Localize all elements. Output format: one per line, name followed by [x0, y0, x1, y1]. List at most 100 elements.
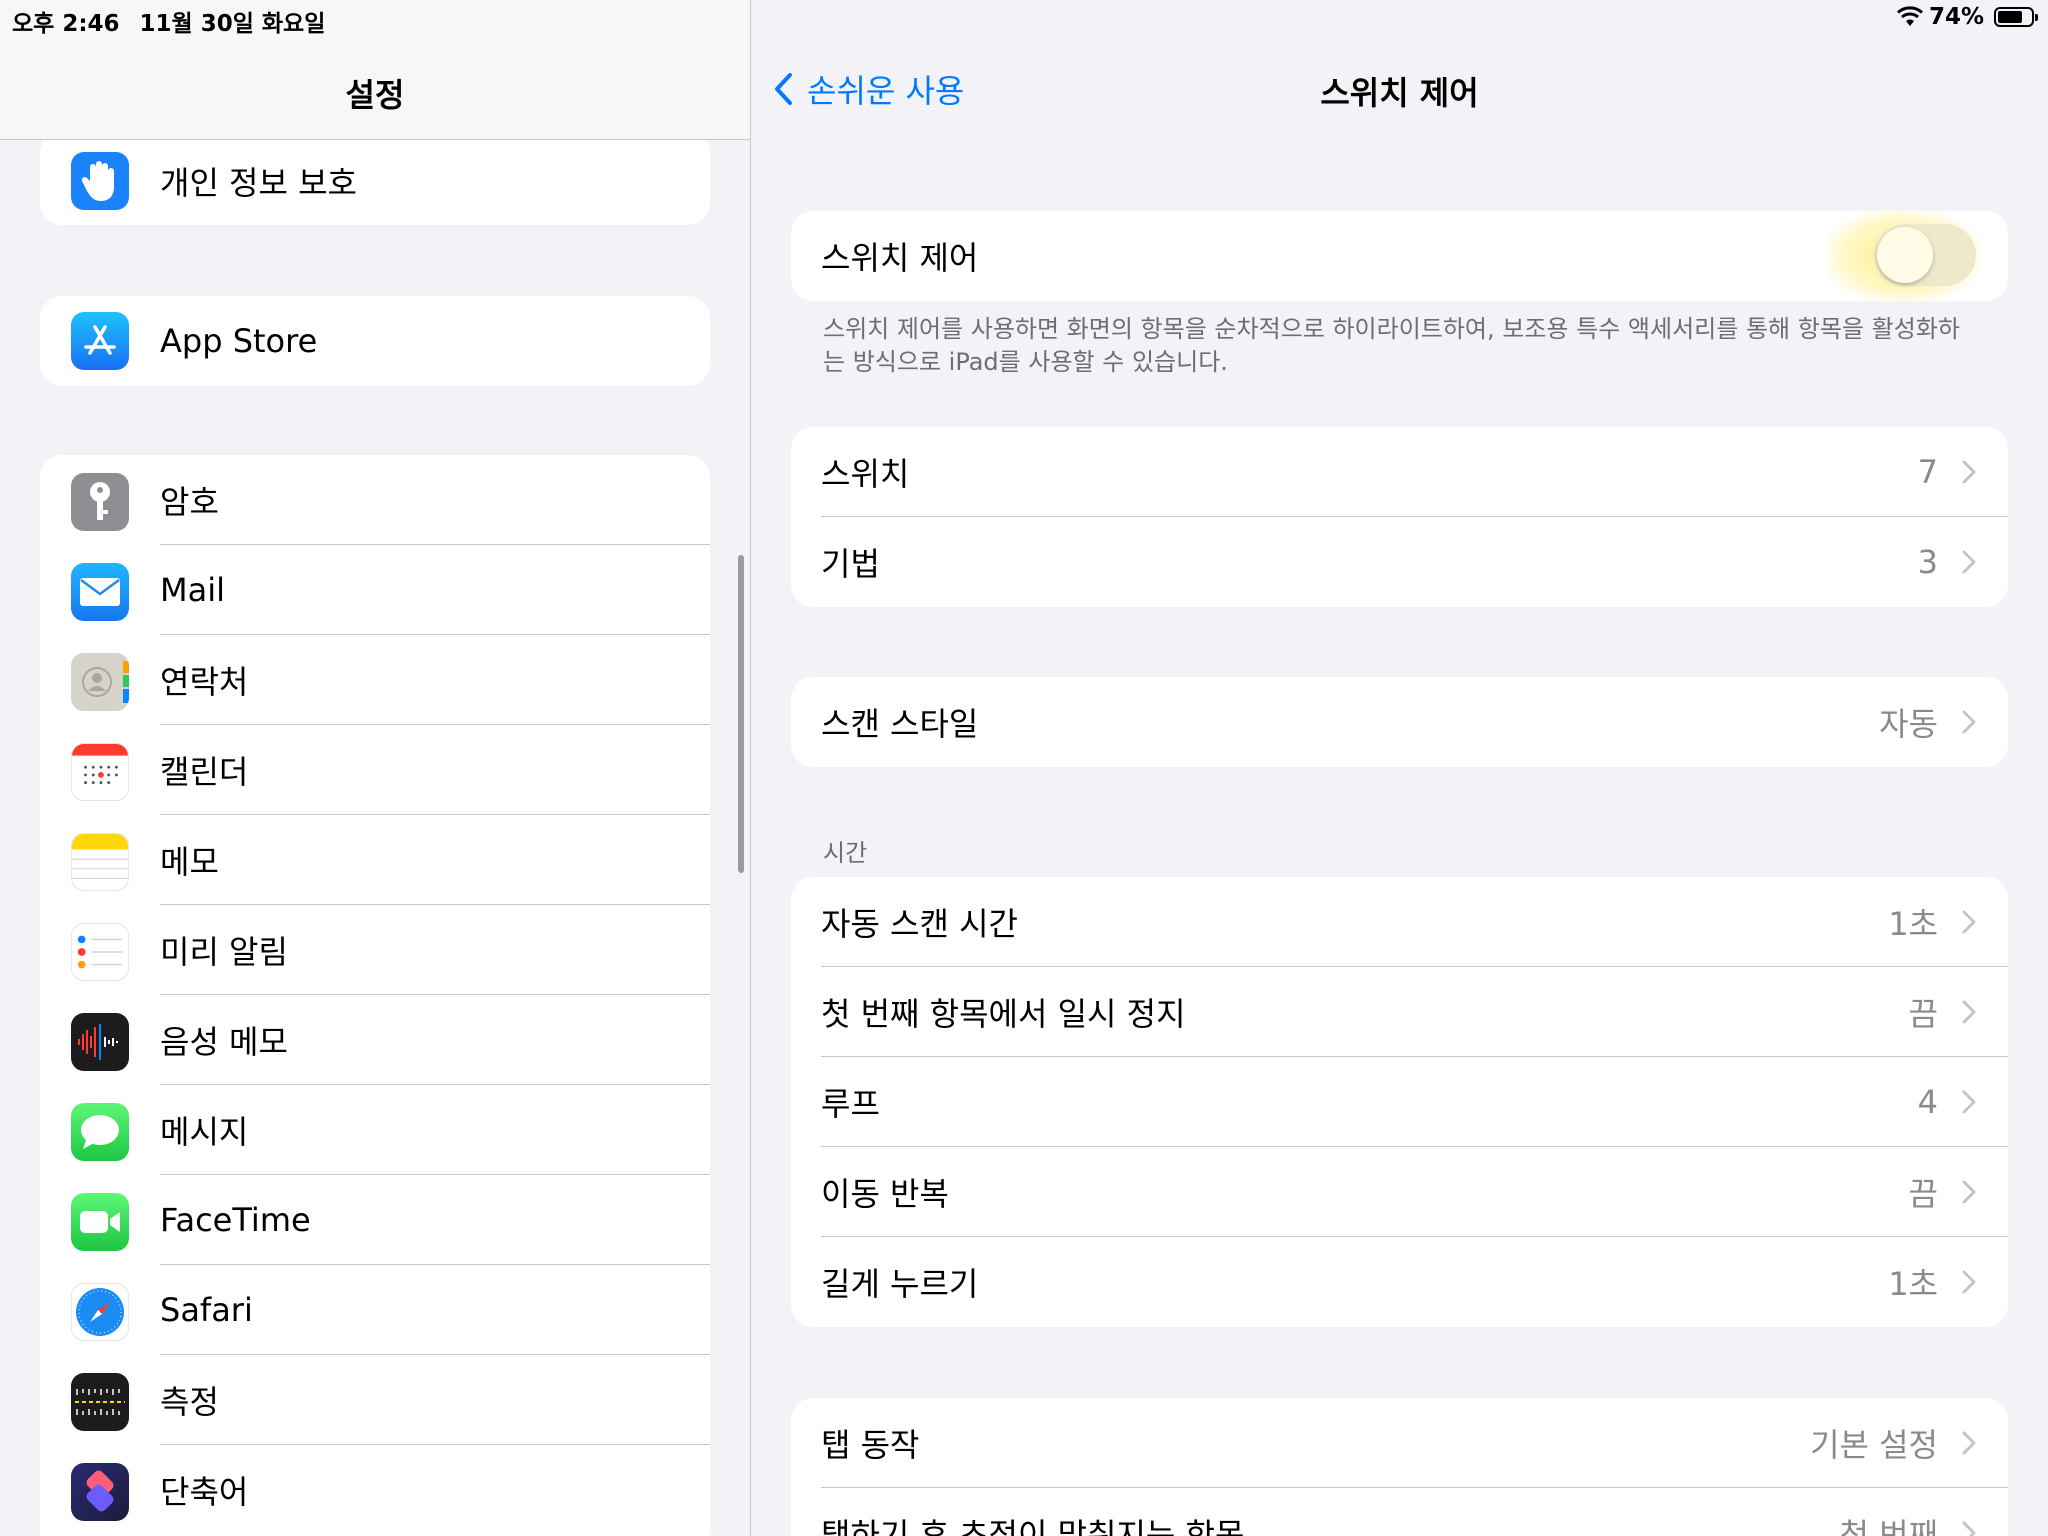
sidebar-item-calendar[interactable]: 캘린더 [40, 725, 710, 815]
status-date: 11월 30일 화요일 [139, 11, 326, 37]
row-label: 스캔 스타일 [821, 705, 979, 743]
row-label: 이동 반복 [821, 1175, 949, 1213]
sidebar-item-label: 측정 [160, 1383, 219, 1421]
row-auto-scan-time[interactable]: 자동 스캔 시간 1초 [791, 877, 2008, 967]
row-long-press[interactable]: 길게 누르기 1초 [791, 1237, 2008, 1327]
sidebar-item-label: 메시지 [160, 1113, 249, 1151]
tap-card: 탭 동작 기본 설정 탭하기 후 초점이 맞춰지는 항목 첫 번째 [791, 1398, 2008, 1536]
row-value: 첫 번째 [1839, 1516, 1939, 1536]
chevron-right-icon [1962, 1431, 1976, 1455]
battery-level [1998, 11, 2022, 23]
sidebar-group-privacy: 개인 정보 보호 [40, 130, 710, 225]
row-value: 자동 [1879, 705, 1938, 743]
chevron-right-icon [1962, 1090, 1976, 1114]
timing-card: 자동 스캔 시간 1초 첫 번째 항목에서 일시 정지 끔 루프 4 이동 반복… [791, 877, 2008, 1327]
facetime-icon [71, 1193, 129, 1251]
sidebar-item-contacts[interactable]: 연락처 [40, 635, 710, 725]
chevron-right-icon [1962, 1270, 1976, 1294]
row-scan-style[interactable]: 스캔 스타일 자동 [791, 677, 2008, 767]
row-value: 3 [1917, 543, 1938, 581]
detail-header: 손쉬운 사용 스위치 제어 [751, 0, 2048, 140]
row-value: 끔 [1908, 995, 1938, 1033]
row-value: 4 [1917, 1083, 1938, 1121]
row-value: 1초 [1888, 1265, 1938, 1303]
sidebar-item-measure[interactable]: 측정 [40, 1355, 710, 1445]
sidebar-item-passwords[interactable]: 암호 [40, 455, 710, 545]
sidebar-item-label: 개인 정보 보호 [160, 164, 357, 202]
sidebar-item-reminders[interactable]: 미리 알림 [40, 905, 710, 995]
sidebar-item-label: 음성 메모 [160, 1023, 288, 1061]
voice-memos-icon [71, 1013, 129, 1071]
sidebar-item-label: FaceTime [160, 1201, 311, 1239]
sidebar-title: 설정 [345, 76, 405, 114]
sidebar-item-label: 미리 알림 [160, 933, 288, 971]
sidebar-group-store: App Store [40, 296, 710, 386]
row-label: 스위치 [821, 455, 910, 493]
row-move-repeat[interactable]: 이동 반복 끔 [791, 1147, 2008, 1237]
timing-section-header: 시간 [823, 839, 868, 867]
sidebar-item-messages[interactable]: 메시지 [40, 1085, 710, 1175]
sidebar-item-app-store[interactable]: App Store [40, 296, 710, 386]
chevron-right-icon [1962, 710, 1976, 734]
notes-icon [71, 833, 129, 891]
status-time: 오후 2:46 [12, 11, 120, 37]
sidebar-item-label: 암호 [160, 483, 219, 521]
switch-control-card: 스위치 제어 [791, 211, 2008, 301]
row-technique[interactable]: 기법 3 [791, 517, 2008, 607]
row-focused-item-after-tap[interactable]: 탭하기 후 초점이 맞춰지는 항목 첫 번째 [791, 1488, 2008, 1536]
sidebar-item-shortcuts[interactable]: 단축어 [40, 1445, 710, 1535]
app-store-icon [71, 312, 129, 370]
sidebar-item-label: 단축어 [160, 1473, 249, 1511]
switch-control-label: 스위치 제어 [821, 239, 979, 277]
row-label: 루프 [821, 1085, 880, 1123]
page-title: 스위치 제어 [1320, 74, 1479, 112]
row-label: 탭하기 후 초점이 맞춰지는 항목 [821, 1516, 1245, 1536]
chevron-right-icon [1962, 460, 1976, 484]
messages-icon [71, 1103, 129, 1161]
row-value: 1초 [1888, 905, 1938, 943]
sidebar-item-label: Safari [160, 1291, 253, 1329]
chevron-right-icon [1962, 1180, 1976, 1204]
switch-control-toggle[interactable] [1874, 224, 1976, 286]
sidebar-item-label: 연락처 [160, 663, 249, 701]
row-switches[interactable]: 스위치 7 [791, 427, 2008, 517]
row-label: 첫 번째 항목에서 일시 정지 [821, 995, 1186, 1033]
sidebar-item-privacy[interactable]: 개인 정보 보호 [40, 130, 710, 225]
status-bar-left: 오후 2:46 11월 30일 화요일 [12, 4, 325, 38]
battery-icon [1994, 7, 2038, 27]
row-value: 기본 설정 [1810, 1426, 1938, 1464]
sidebar-item-safari[interactable]: Safari [40, 1265, 710, 1355]
calendar-icon [71, 743, 129, 801]
sidebar-item-voice-memos[interactable]: 음성 메모 [40, 995, 710, 1085]
switches-card: 스위치 7 기법 3 [791, 427, 2008, 607]
row-loops[interactable]: 루프 4 [791, 1057, 2008, 1147]
mail-icon [71, 563, 129, 621]
chevron-right-icon [1962, 550, 1976, 574]
reminders-icon [71, 923, 129, 981]
safari-icon [71, 1283, 129, 1341]
chevron-right-icon [1962, 1000, 1976, 1024]
row-label: 자동 스캔 시간 [821, 905, 1018, 943]
key-icon [71, 473, 129, 531]
battery-percent: 74% [1928, 4, 1984, 30]
sidebar-item-label: Mail [160, 571, 225, 609]
toggle-knob [1877, 227, 1933, 283]
sidebar-item-mail[interactable]: Mail [40, 545, 710, 635]
hand-icon [71, 152, 129, 210]
switch-control-row: 스위치 제어 [791, 211, 2008, 301]
row-value: 끔 [1908, 1175, 1938, 1213]
sidebar-scrollbar[interactable] [738, 555, 744, 873]
row-pause-on-first-item[interactable]: 첫 번째 항목에서 일시 정지 끔 [791, 967, 2008, 1057]
sidebar-item-facetime[interactable]: FaceTime [40, 1175, 710, 1265]
contacts-icon [71, 653, 129, 711]
sidebar-item-label: 메모 [160, 843, 219, 881]
scan-style-card: 스캔 스타일 자동 [791, 677, 2008, 767]
sidebar-item-label: App Store [160, 322, 318, 360]
row-value: 7 [1917, 453, 1938, 491]
sidebar-item-label: 캘린더 [160, 753, 249, 791]
chevron-right-icon [1962, 1521, 1976, 1536]
row-tap-behavior[interactable]: 탭 동작 기본 설정 [791, 1398, 2008, 1488]
status-bar-right: 74% [1896, 4, 2038, 30]
switch-control-description: 스위치 제어를 사용하면 화면의 항목을 순차적으로 하이라이트하여, 보조용 … [823, 315, 1960, 376]
sidebar-item-notes[interactable]: 메모 [40, 815, 710, 905]
